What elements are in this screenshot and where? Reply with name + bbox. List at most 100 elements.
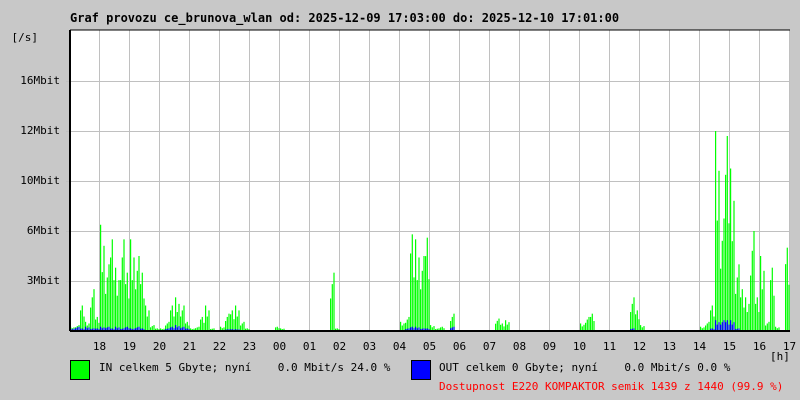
in-traffic-bar: [401, 325, 403, 330]
in-traffic-bar: [726, 136, 728, 330]
in-traffic-bar: [105, 293, 107, 330]
out-traffic-bar: [423, 328, 425, 330]
in-traffic-bar: [208, 310, 210, 330]
in-traffic-bar: [151, 326, 153, 330]
out-traffic-bar: [716, 324, 718, 330]
in-traffic-bar: [745, 297, 747, 330]
out-traffic-bar: [725, 322, 727, 330]
in-traffic-bar: [715, 131, 717, 330]
out-traffic-bar: [76, 327, 78, 330]
out-traffic-bar: [421, 328, 423, 330]
out-traffic-bar: [630, 329, 632, 330]
in-traffic-bar: [235, 305, 237, 330]
in-traffic-bar: [630, 312, 632, 330]
in-traffic-bar: [131, 280, 133, 330]
in-traffic-bar: [108, 264, 110, 330]
out-traffic-bar: [231, 329, 233, 330]
out-traffic-bar: [93, 328, 95, 330]
in-traffic-bar: [196, 327, 198, 330]
in-traffic-bar: [766, 323, 768, 330]
in-traffic-bar: [133, 257, 135, 330]
out-traffic-bar: [730, 320, 732, 330]
in-traffic-bar: [248, 329, 250, 330]
in-traffic-bar: [423, 256, 425, 330]
in-traffic-bar: [708, 321, 710, 330]
in-traffic-bar: [120, 280, 122, 330]
in-traffic-bar: [163, 328, 165, 330]
in-traffic-bar: [710, 310, 712, 330]
out-traffic-bar: [226, 329, 228, 330]
in-traffic-bar: [330, 298, 332, 330]
in-traffic-bar: [180, 316, 182, 330]
in-traffic-bar: [335, 328, 337, 330]
out-traffic-bar: [723, 320, 725, 330]
in-traffic-bar: [746, 312, 748, 330]
in-traffic-bar: [703, 327, 705, 330]
out-traffic-bar: [105, 328, 107, 330]
in-traffic-bar: [228, 313, 230, 330]
in-traffic-bar: [755, 303, 757, 330]
out-traffic-bar: [115, 326, 117, 330]
in-traffic-bar: [118, 280, 120, 330]
in-traffic-bar: [583, 324, 585, 330]
in-traffic-bar: [130, 239, 132, 330]
in-traffic-bar: [81, 305, 83, 330]
in-traffic-bar: [413, 277, 415, 330]
in-traffic-bar: [441, 326, 443, 330]
out-traffic-bar: [175, 325, 177, 330]
in-traffic-bar: [443, 328, 445, 330]
out-traffic-bar: [91, 328, 93, 330]
out-traffic-bar: [713, 329, 715, 330]
in-traffic-bar: [500, 324, 502, 330]
in-traffic-bar: [748, 303, 750, 330]
out-traffic-bar: [106, 327, 108, 330]
out-traffic-bar: [728, 324, 730, 330]
out-traffic-bar: [103, 327, 105, 330]
in-traffic-bar: [138, 256, 140, 330]
in-traffic-bar: [205, 305, 207, 330]
in-traffic-bar: [160, 328, 162, 330]
out-traffic-bar: [633, 328, 635, 330]
in-traffic-bar: [585, 322, 587, 330]
in-traffic-bar: [721, 240, 723, 330]
in-traffic-bar: [201, 316, 203, 330]
out-traffic-bar: [133, 328, 135, 330]
in-traffic-bar: [410, 253, 412, 330]
in-traffic-bar: [635, 314, 637, 330]
out-traffic-bar: [136, 327, 138, 330]
out-traffic-bar: [90, 329, 92, 330]
out-traffic-bar: [85, 326, 87, 330]
out-traffic-bar: [738, 328, 740, 330]
in-traffic-bar: [720, 268, 722, 330]
in-traffic-bar: [220, 326, 222, 330]
in-traffic-bar: [418, 257, 420, 330]
in-traffic-bar: [580, 323, 582, 330]
in-traffic-bar: [281, 329, 283, 330]
out-traffic-bar: [453, 326, 455, 330]
out-traffic-bar: [720, 324, 722, 330]
in-traffic-bar: [200, 319, 202, 330]
in-traffic-bar: [405, 322, 407, 330]
in-traffic-bar: [206, 316, 208, 330]
in-traffic-bar: [103, 245, 105, 330]
in-traffic-bar: [415, 239, 417, 330]
in-traffic-bar: [155, 328, 157, 330]
out-traffic-bar: [100, 326, 102, 330]
out-traffic-bar: [450, 328, 452, 330]
in-traffic-bar: [230, 314, 232, 330]
in-traffic-bar: [718, 170, 720, 330]
in-traffic-bar: [751, 250, 753, 330]
out-traffic-bar: [178, 326, 180, 330]
in-traffic-bar: [503, 326, 505, 330]
in-traffic-bar: [336, 328, 338, 330]
out-traffic-bar: [425, 328, 427, 330]
in-traffic-bar: [730, 168, 732, 330]
in-traffic-bar: [236, 316, 238, 330]
in-traffic-bar: [633, 297, 635, 330]
in-traffic-bar: [591, 313, 593, 330]
out-traffic-bar: [413, 328, 415, 330]
in-traffic-bar: [140, 284, 142, 330]
in-traffic-bar: [96, 316, 98, 330]
out-traffic-bar: [118, 327, 120, 330]
legend-out-swatch: [411, 360, 431, 380]
